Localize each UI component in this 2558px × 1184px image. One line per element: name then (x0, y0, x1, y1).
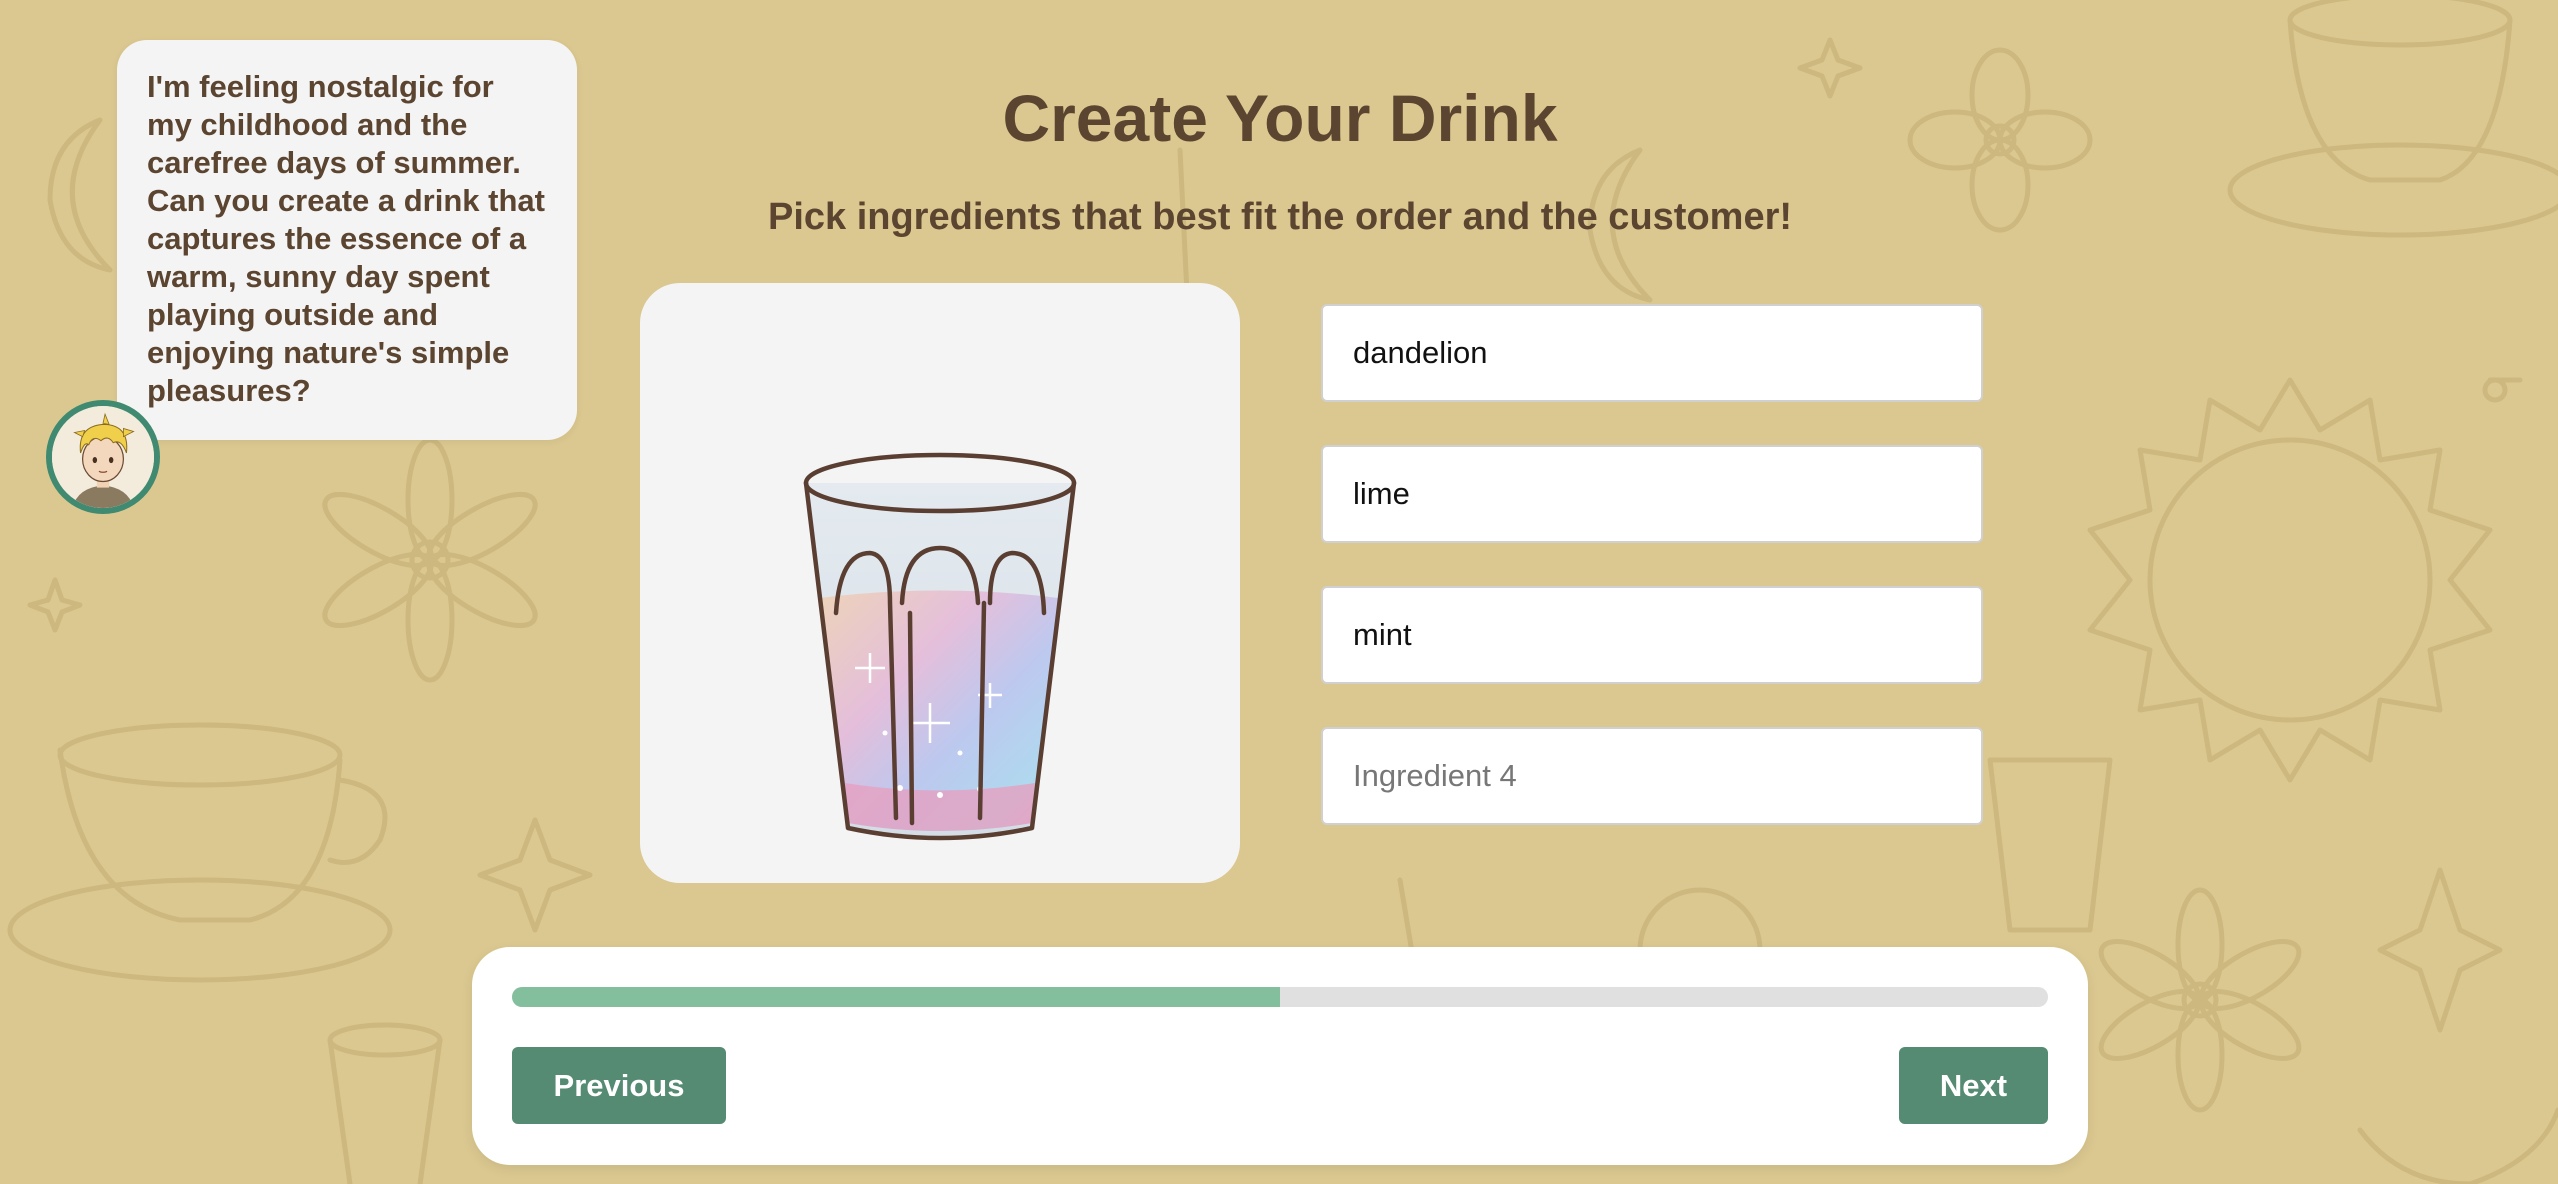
ingredient-4-input[interactable] (1321, 727, 1983, 825)
next-button[interactable]: Next (1899, 1047, 2048, 1124)
ingredient-1-input[interactable] (1321, 304, 1983, 402)
drink-glass-illustration (803, 452, 1077, 841)
customer-avatar (46, 400, 160, 514)
progress-bar-fill (512, 987, 1280, 1007)
previous-button[interactable]: Previous (512, 1047, 726, 1124)
ingredient-3-input[interactable] (1321, 586, 1983, 684)
page-title: Create Your Drink (1002, 81, 1558, 155)
drink-preview-card (640, 283, 1240, 883)
customer-speech-bubble: I'm feeling nostalgic for my childhood a… (117, 40, 577, 440)
page-subtitle: Pick ingredients that best fit the order… (767, 196, 1793, 238)
ingredient-2-input[interactable] (1321, 445, 1983, 543)
navigation-panel: Previous Next (472, 947, 2088, 1165)
customer-order-text: I'm feeling nostalgic for my childhood a… (147, 69, 545, 408)
progress-bar (512, 987, 2048, 1007)
